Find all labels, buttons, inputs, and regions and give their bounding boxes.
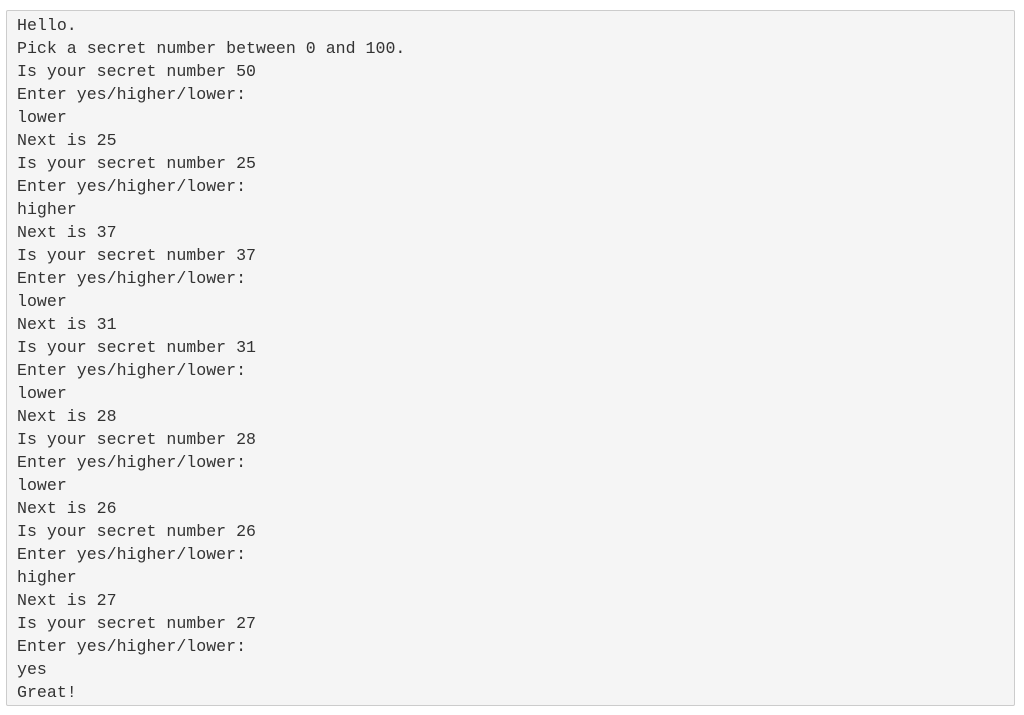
console-line: lower — [17, 384, 67, 403]
console-lines: Hello. Pick a secret number between 0 and… — [17, 14, 405, 704]
console-line: Hello. — [17, 16, 77, 35]
console-line: Enter yes/higher/lower: — [17, 269, 247, 288]
console-line: Enter yes/higher/lower: — [17, 637, 247, 656]
console-line: Enter yes/higher/lower: — [17, 361, 247, 380]
console-line: lower — [17, 108, 67, 127]
console-line: higher — [17, 200, 77, 219]
console-line: lower — [17, 476, 67, 495]
console-line: Is your secret number 37 — [17, 246, 256, 265]
console-line: higher — [17, 568, 77, 587]
console-line: Enter yes/higher/lower: — [17, 453, 247, 472]
console-line: Is your secret number 31 — [17, 338, 256, 357]
console-line: Great! — [17, 683, 77, 702]
console-line: Enter yes/higher/lower: — [17, 545, 247, 564]
console-line: Next is 27 — [17, 591, 117, 610]
console-line: Next is 26 — [17, 499, 117, 518]
console-line: Is your secret number 26 — [17, 522, 256, 541]
console-line: Is your secret number 27 — [17, 614, 256, 633]
console-line: lower — [17, 292, 67, 311]
console-line: Is your secret number 25 — [17, 154, 256, 173]
console-line: Is your secret number 28 — [17, 430, 256, 449]
console-line: Next is 28 — [17, 407, 117, 426]
console-line: Enter yes/higher/lower: — [17, 85, 247, 104]
console-line: Is your secret number 50 — [17, 62, 256, 81]
console-line: yes — [17, 660, 47, 679]
console-line: Enter yes/higher/lower: — [17, 177, 247, 196]
console-line: Next is 25 — [17, 131, 117, 150]
console-line: Next is 31 — [17, 315, 117, 334]
console-line: Pick a secret number between 0 and 100. — [17, 39, 406, 58]
console-line: Next is 37 — [17, 223, 117, 242]
console-output-block: Hello. Pick a secret number between 0 and… — [6, 10, 1015, 706]
